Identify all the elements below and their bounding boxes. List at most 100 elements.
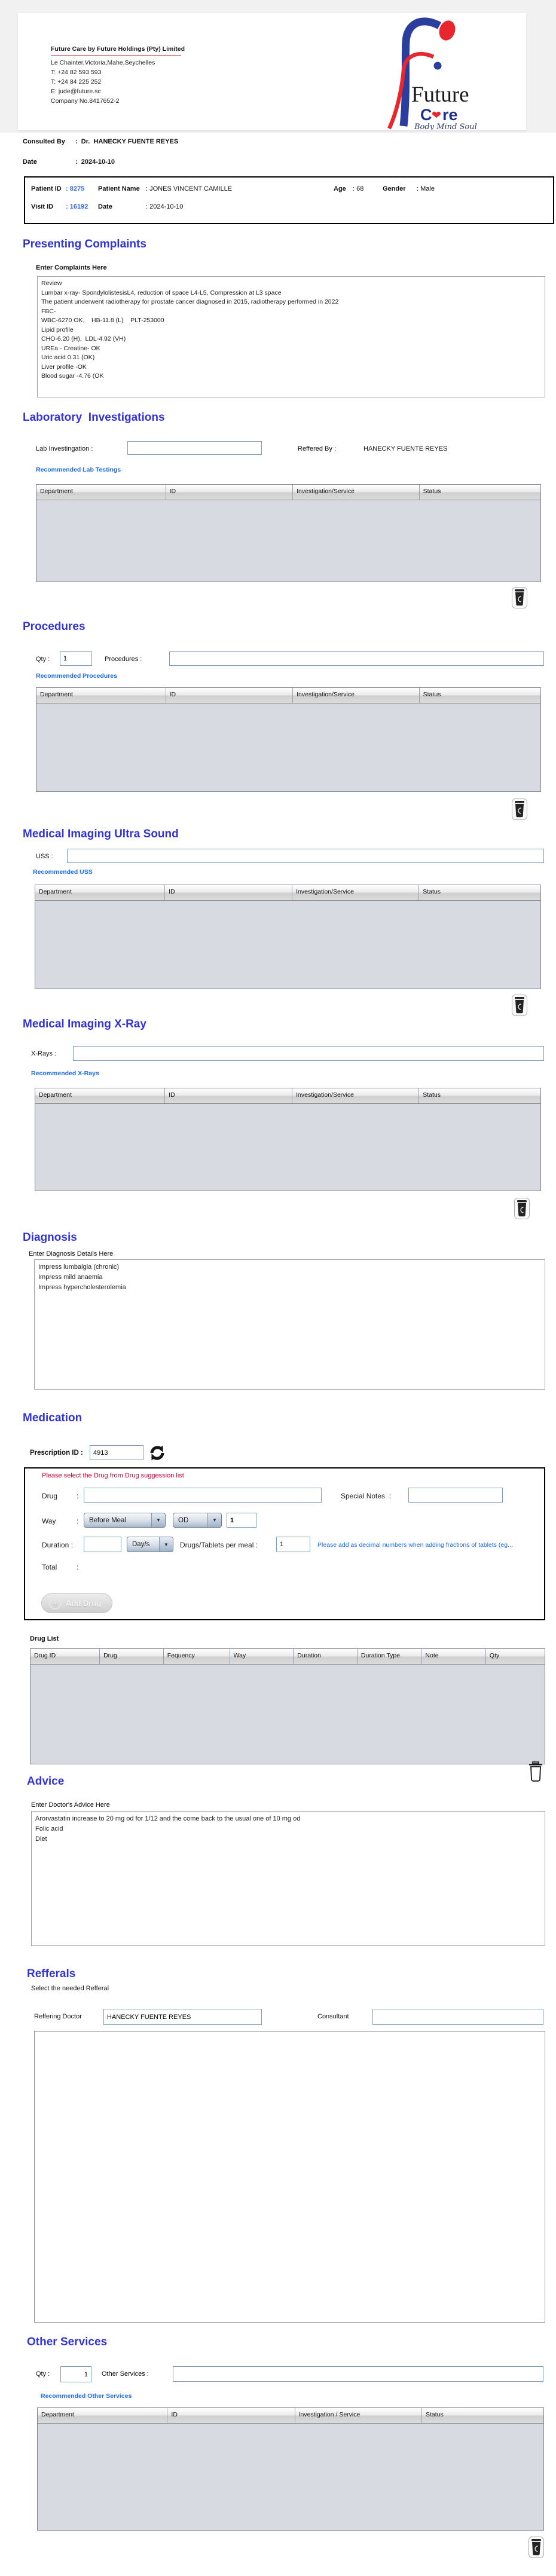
trash-icon	[514, 1198, 530, 1219]
column-header: Note	[421, 1649, 486, 1664]
procedures-qty-input[interactable]	[60, 651, 92, 666]
company-letterhead: Future Care by Future Holdings (Pty) Lim…	[18, 13, 526, 131]
section-title-advice: Advice	[27, 1775, 65, 1788]
prescription-id-input[interactable]	[90, 1445, 143, 1460]
column-header: ID	[166, 688, 294, 703]
consulted-by-label: Consulted By	[23, 138, 65, 145]
frequency-value: OD	[178, 1516, 189, 1524]
meal-timing-select[interactable]: Before Meal ▼	[84, 1513, 166, 1528]
other-qty-input[interactable]	[60, 2366, 91, 2382]
logo-word-future: Future	[411, 82, 469, 107]
column-header: Investigation/Service	[293, 688, 420, 703]
consult-date-label: Date	[23, 158, 37, 166]
reffered-by-label: Reffered By :	[298, 445, 336, 452]
other-services-table: Department ID Investigation / Service St…	[37, 2407, 544, 2531]
fraction-note: Please add as decimal numbers when addin…	[317, 1541, 513, 1549]
lab-investigation-input[interactable]	[127, 441, 262, 455]
uss-table-header: Department ID Investigation/Service Stat…	[35, 885, 540, 901]
diagnosis-textarea[interactable]: Impress lumbalgia (chronic) Impress mild…	[34, 1259, 545, 1390]
other-field-label: Other Services :	[102, 2370, 149, 2378]
drug-suggestion-hint: Please select the Drug from Drug suggess…	[42, 1472, 184, 1479]
duration-input[interactable]	[84, 1537, 121, 1552]
patient-id-label: Patient ID	[31, 185, 62, 192]
advice-textarea[interactable]: Arorvastatin increase to 20 mg od for 1/…	[31, 1811, 545, 1946]
refferal-prompt: Select the needed Refferal	[31, 1985, 109, 1992]
section-title-ultrasound: Medical Imaging Ultra Sound	[23, 828, 179, 840]
letterhead-divider	[51, 55, 181, 56]
recommended-uss-link[interactable]: Recommended USS	[33, 868, 93, 876]
complaints-textarea[interactable]: Review Lumbar x-ray- SpondylolistesisL4,…	[37, 276, 545, 397]
refferal-list-box[interactable]	[34, 2031, 545, 2323]
column-header: Fequency	[164, 1649, 230, 1664]
visit-date-value: : 2024-10-10	[146, 203, 184, 210]
reffering-doctor-input[interactable]	[103, 2009, 262, 2025]
frequency-select[interactable]: OD ▼	[173, 1513, 222, 1528]
section-title-refferals: Refferals	[27, 1968, 76, 1980]
lab-investigation-label: Lab Investingation :	[36, 445, 93, 452]
logo-word-care-rest: re	[442, 106, 458, 124]
drug-input[interactable]	[84, 1488, 322, 1503]
column-header: ID	[166, 485, 294, 500]
section-title-other-services: Other Services	[27, 2336, 108, 2348]
procedures-table: Department ID Investigation/Service Stat…	[36, 687, 541, 792]
lab-table: Department ID Investigation/Service Stat…	[36, 484, 541, 582]
visit-id-label: Visit ID	[31, 203, 54, 210]
procedures-input[interactable]	[169, 651, 544, 666]
consultant-input[interactable]	[372, 2009, 543, 2025]
total-label: Total	[42, 1563, 57, 1571]
logo-blue-dot	[433, 62, 442, 70]
recommended-lab-testings-link[interactable]: Recommended Lab Testings	[36, 466, 121, 473]
duration-unit-select[interactable]: Day/s ▼	[127, 1537, 173, 1552]
procedures-delete-button[interactable]	[512, 799, 527, 820]
consult-date-value: : 2024-10-10	[75, 158, 115, 166]
duration-label: Duration :	[42, 1541, 74, 1549]
column-header: Investigation / Service	[295, 2408, 422, 2423]
logo-tagline: Body Mind Soul	[414, 123, 477, 130]
add-drug-button[interactable]: + Add Drug	[41, 1593, 113, 1613]
column-header: Status	[423, 888, 441, 895]
prescription-refresh-button[interactable]	[149, 1445, 166, 1461]
patient-name-label: Patient Name	[98, 185, 140, 192]
column-header: Drug	[100, 1649, 164, 1664]
xray-delete-button[interactable]	[514, 1198, 530, 1219]
visit-id-value: : 16192	[66, 203, 88, 210]
column-header: Status	[423, 488, 441, 495]
company-phone1: T: +24 82 593 593	[51, 69, 102, 76]
trash-icon	[528, 2537, 544, 2558]
xray-table-header: Department ID Investigation/Service Stat…	[35, 1088, 540, 1104]
column-header: Status	[425, 2411, 444, 2418]
advice-prompt: Enter Doctor's Advice Here	[31, 1801, 110, 1809]
diagnosis-prompt: Enter Diagnosis Details Here	[29, 1250, 114, 1258]
section-title-procedures: Procedures	[23, 620, 85, 633]
per-meal-input[interactable]	[276, 1537, 310, 1552]
total-colon: :	[77, 1563, 79, 1571]
lab-table-header: Department ID Investigation/Service Stat…	[36, 485, 540, 500]
column-header: Department	[36, 688, 166, 703]
recommended-procedures-link[interactable]: Recommended Procedures	[36, 672, 117, 680]
logo-word-care-c: C	[420, 106, 432, 124]
column-header: Department	[36, 485, 166, 500]
column-header: Way	[230, 1649, 294, 1664]
reffered-by-value: HANECKY FUENTE REYES	[363, 445, 448, 452]
section-title-presenting-complaints: Presenting Complaints	[23, 238, 146, 250]
frequency-qty-input[interactable]	[227, 1513, 256, 1528]
section-title-medication: Medication	[23, 1412, 83, 1424]
other-services-delete-button[interactable]	[528, 2537, 544, 2558]
other-services-input[interactable]	[173, 2366, 543, 2382]
drug-list-table-header: Drug ID Drug Fequency Way Duration Durat…	[30, 1649, 545, 1665]
procedures-field-label: Procedures :	[105, 656, 142, 663]
patient-info-box: Patient ID : 8275 Patient Name : JONES V…	[24, 176, 554, 224]
recommended-xrays-link[interactable]: Recommended X-Rays	[31, 1070, 99, 1077]
company-number: Company No.8417652-2	[51, 97, 120, 105]
column-header: Department	[35, 885, 166, 900]
uss-input[interactable]	[67, 849, 544, 863]
drug-list-delete-button[interactable]	[527, 1761, 543, 1782]
column-header: Duration Type	[358, 1649, 422, 1664]
uss-delete-button[interactable]	[512, 995, 527, 1016]
special-notes-input[interactable]	[408, 1488, 503, 1503]
recommended-other-services-link[interactable]: Recommended Other Services	[41, 2393, 132, 2400]
trash-icon	[512, 587, 527, 608]
xray-input[interactable]	[73, 1046, 544, 1061]
company-email: E: jude@future.sc	[51, 88, 101, 95]
lab-delete-button[interactable]	[512, 587, 527, 608]
